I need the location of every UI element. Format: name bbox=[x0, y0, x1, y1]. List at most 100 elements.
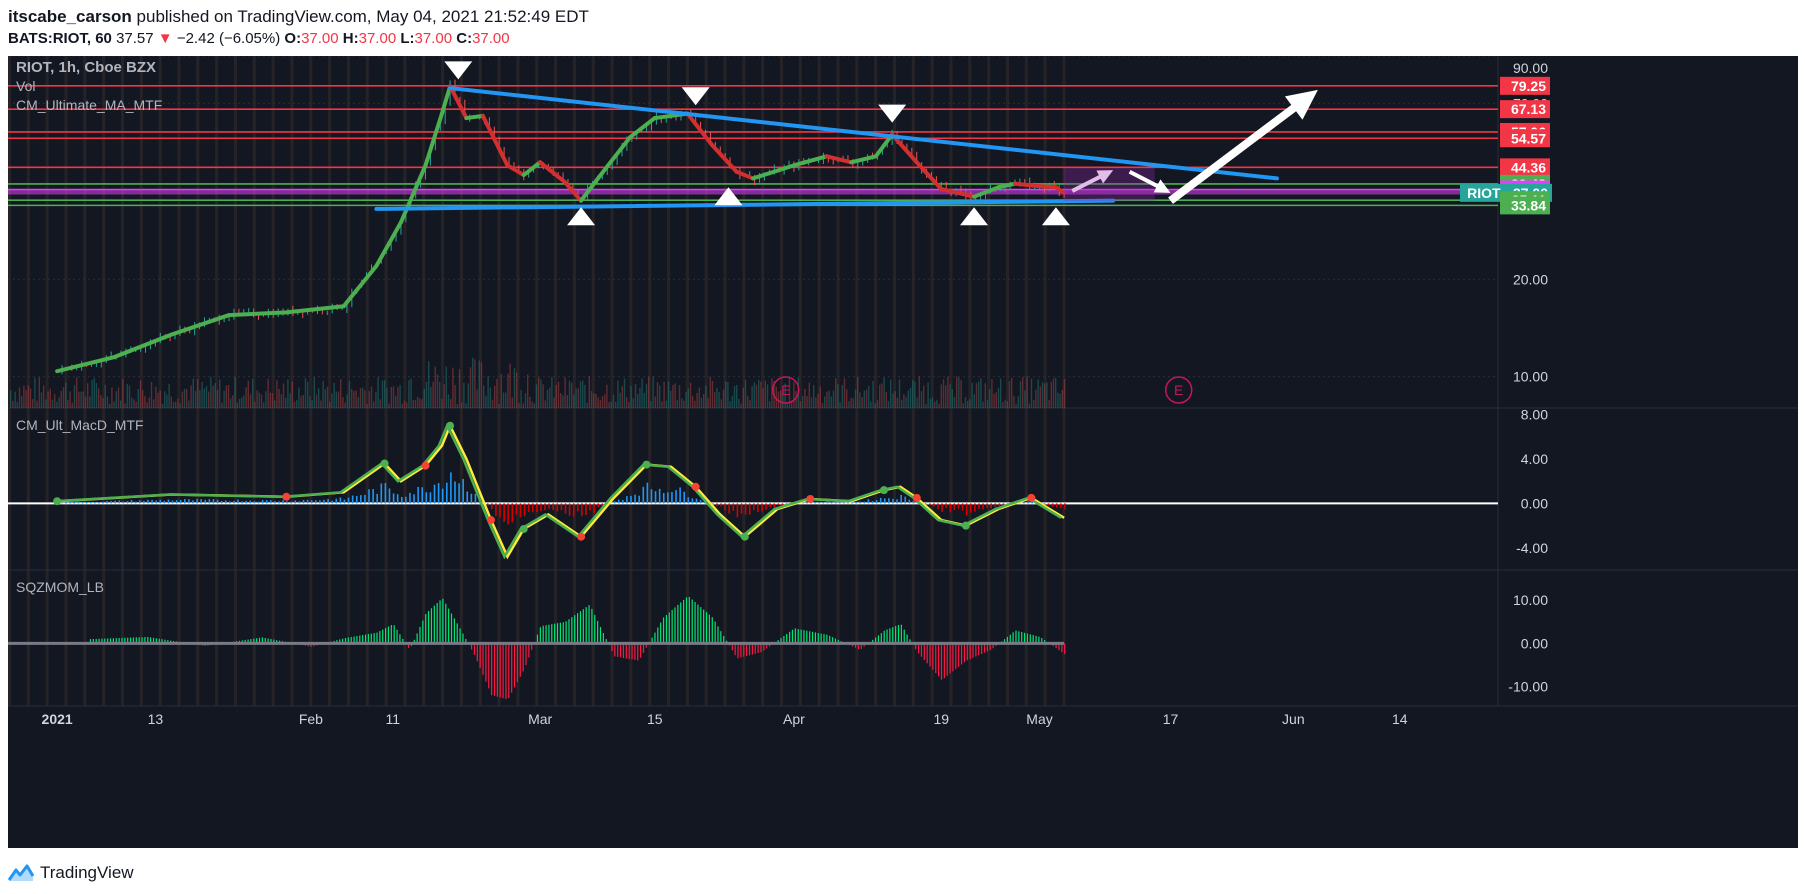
volume-bar bbox=[1046, 382, 1048, 408]
macd-histogram-bar bbox=[863, 501, 866, 504]
macd-histogram-bar bbox=[568, 503, 571, 516]
volume-bar bbox=[694, 400, 696, 408]
volume-bar bbox=[245, 387, 247, 408]
volume-bar bbox=[861, 397, 863, 408]
macd-histogram-bar bbox=[233, 501, 235, 504]
macd-histogram-bar bbox=[994, 503, 997, 508]
close-label: C: bbox=[456, 30, 473, 47]
squeeze-bar bbox=[476, 643, 478, 662]
footer: TradingView bbox=[8, 858, 134, 888]
volume-bar bbox=[958, 377, 960, 408]
earnings-marker-label: E bbox=[781, 382, 790, 398]
volume-bar bbox=[709, 376, 711, 408]
macd-histogram-bar bbox=[470, 493, 473, 504]
time-axis-label: Apr bbox=[783, 711, 805, 727]
macd-histogram-bar bbox=[417, 486, 419, 504]
volume-bar bbox=[947, 376, 949, 408]
macd-histogram-bar bbox=[155, 500, 157, 504]
volume-bar bbox=[1052, 378, 1055, 408]
volume-bar bbox=[982, 401, 984, 408]
volume-bar bbox=[843, 378, 846, 408]
session-stripe bbox=[83, 56, 87, 706]
macd-histogram-bar bbox=[204, 499, 207, 504]
macd-histogram-bar bbox=[1047, 503, 1050, 506]
squeeze-bar bbox=[488, 643, 490, 689]
macd-histogram-bar bbox=[724, 503, 726, 511]
volume-bar bbox=[399, 384, 401, 408]
volume-bar bbox=[595, 393, 597, 408]
macd-cross-dot bbox=[642, 460, 651, 469]
macd-histogram-bar bbox=[626, 496, 628, 504]
symbol-interval[interactable]: BATS:RIOT, 60 bbox=[8, 30, 112, 47]
volume-bar bbox=[934, 402, 936, 408]
volume-bar bbox=[395, 395, 397, 408]
macd-histogram-bar bbox=[282, 500, 284, 504]
macd-histogram-bar bbox=[486, 503, 489, 506]
volume-bar bbox=[454, 384, 456, 408]
volume-bar bbox=[157, 392, 159, 408]
macd-histogram-bar bbox=[388, 488, 391, 504]
volume-bar bbox=[883, 377, 885, 408]
volume-bar bbox=[927, 382, 929, 408]
volume-bar bbox=[289, 393, 291, 408]
squeeze-bar bbox=[579, 611, 582, 644]
squeeze-bar bbox=[427, 610, 430, 644]
volume-bar bbox=[56, 401, 58, 408]
volume-bar bbox=[1004, 399, 1006, 408]
volume-bar bbox=[223, 390, 225, 408]
squeeze-bar bbox=[668, 612, 670, 644]
macd-histogram-bar bbox=[965, 503, 968, 516]
author-name[interactable]: itscabe_carson bbox=[8, 7, 132, 26]
squeeze-bar bbox=[708, 614, 710, 644]
volume-bar bbox=[835, 378, 837, 408]
macd-histogram-bar bbox=[818, 502, 821, 504]
squeeze-bar bbox=[1023, 632, 1026, 644]
macd-histogram-bar bbox=[466, 491, 469, 504]
volume-bar bbox=[786, 403, 788, 408]
volume-bar bbox=[744, 379, 747, 408]
volume-bar bbox=[452, 367, 454, 408]
volume-bar bbox=[439, 381, 441, 408]
macd-histogram-bar bbox=[933, 503, 935, 507]
tradingview-brand[interactable]: TradingView bbox=[40, 863, 134, 883]
volume-bar bbox=[568, 380, 571, 408]
session-stripe bbox=[422, 56, 426, 706]
squeeze-bar bbox=[387, 626, 390, 644]
volume-bar bbox=[34, 377, 36, 408]
volume-bar bbox=[632, 398, 634, 408]
squeeze-bar bbox=[450, 613, 453, 644]
volume-bar bbox=[212, 385, 214, 408]
squeeze-bar bbox=[880, 633, 882, 644]
macd-histogram-bar bbox=[888, 498, 890, 504]
macd-histogram-bar bbox=[89, 501, 92, 504]
volume-bar bbox=[153, 399, 155, 408]
volume-bar bbox=[355, 390, 357, 408]
volume-bar bbox=[826, 391, 828, 408]
macd-histogram-bar bbox=[106, 500, 108, 504]
squeeze-bar bbox=[637, 643, 639, 661]
volume-bar bbox=[769, 401, 771, 408]
volume-bar bbox=[100, 394, 102, 408]
ma-segment bbox=[464, 113, 485, 121]
volume-bar bbox=[425, 381, 428, 408]
volume-bar bbox=[1033, 399, 1035, 408]
volume-bar bbox=[604, 394, 606, 408]
volume-bar bbox=[232, 395, 234, 408]
volume-bar bbox=[80, 391, 82, 408]
volume-bar bbox=[599, 399, 601, 408]
volume-bar bbox=[67, 400, 69, 408]
volume-bar bbox=[623, 378, 626, 408]
volume-bar bbox=[685, 391, 687, 408]
macd-histogram-bar bbox=[826, 501, 829, 504]
volume-bar bbox=[870, 401, 872, 408]
ohlc-values: O:37.00 H:37.00 L:37.00 C:37.00 bbox=[284, 30, 509, 47]
tradingview-logo-icon[interactable] bbox=[8, 864, 34, 882]
volume-bar bbox=[736, 385, 738, 408]
ma-indicator-label: CM_Ultimate_MA_MTF bbox=[16, 97, 162, 113]
volume-bar bbox=[458, 369, 461, 408]
chart-canvas[interactable]: E E RIOT, 1h, Cboe BZX Vol CM_Ultimate_MA_MT… bbox=[8, 56, 1798, 848]
volume-bar bbox=[887, 401, 890, 408]
squeeze-bar bbox=[516, 643, 519, 683]
squeeze-bar bbox=[482, 643, 484, 675]
volume-bar bbox=[643, 392, 645, 408]
